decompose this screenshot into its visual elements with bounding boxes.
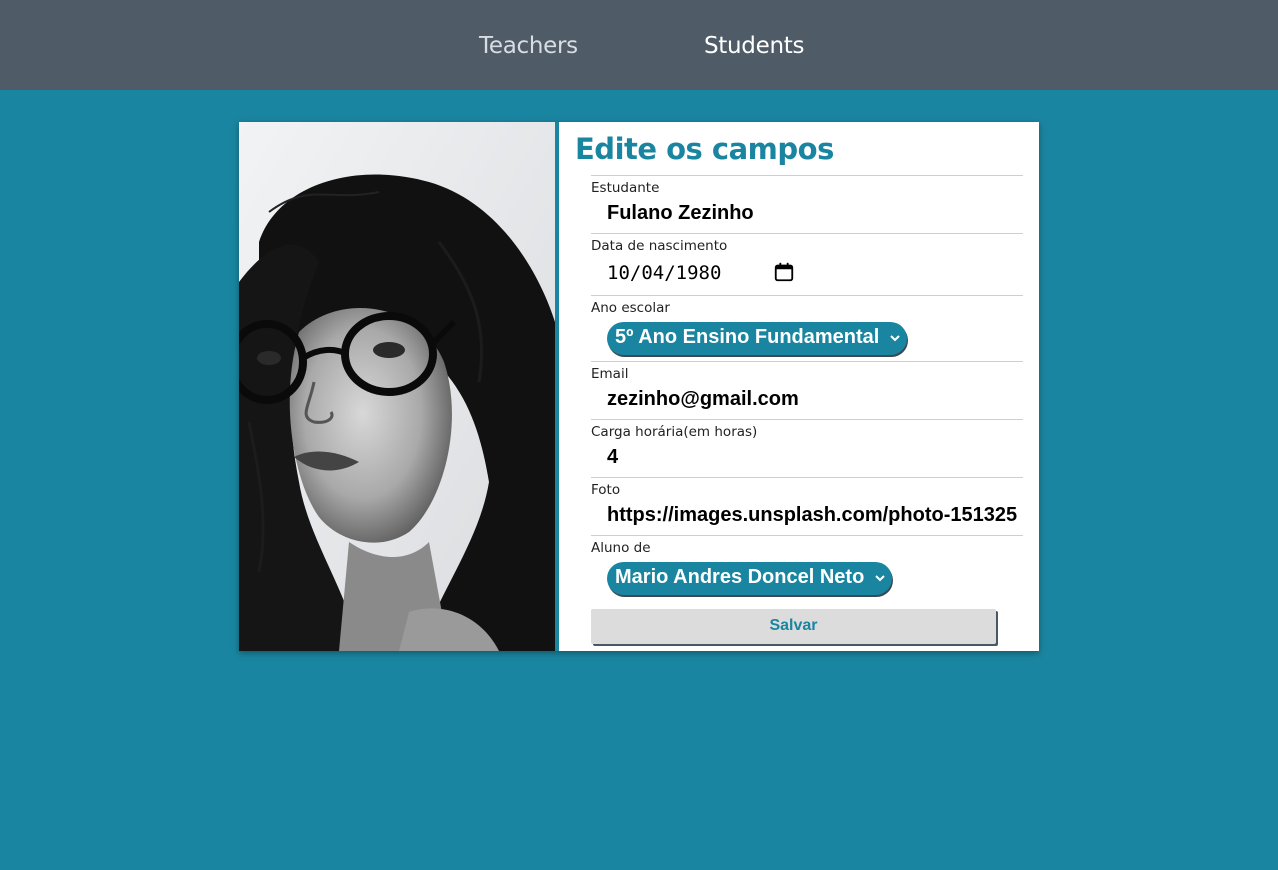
birth-date-label: Data de nascimento [591,238,728,254]
photo-url-input[interactable]: https://images.unsplash.com/photo-151325 [607,504,1021,527]
student-input[interactable]: Fulano Zezinho [607,202,1027,225]
teacher-value: Mario Andres Doncel Neto [615,566,865,588]
school-year-value: 5º Ano Ensino Fundamental [615,326,880,348]
field-birth-date: Data de nascimento 10/04/1980 [591,233,1023,295]
nav-link-teachers[interactable]: Teachers [479,33,578,59]
hours-input[interactable]: 4 [607,446,1027,469]
hours-label: Carga horária(em horas) [591,424,758,440]
chevron-down-icon [875,575,886,582]
edit-form: Edite os campos Estudante Fulano Zezinho… [559,122,1039,651]
field-school-year: Ano escolar 5º Ano Ensino Fundamental [591,295,1023,361]
teacher-select[interactable]: Mario Andres Doncel Neto [607,562,893,595]
save-button[interactable]: Salvar [591,609,996,644]
calendar-icon[interactable] [773,261,795,283]
email-label: Email [591,366,629,382]
school-year-label: Ano escolar [591,300,670,316]
nav-link-students[interactable]: Students [704,33,804,59]
field-hours: Carga horária(em horas) 4 [591,419,1023,477]
edit-student-card: Edite os campos Estudante Fulano Zezinho… [239,122,1039,651]
field-teacher: Aluno de Mario Andres Doncel Neto [591,535,1023,601]
top-navigation: Teachers Students [0,0,1278,90]
email-input[interactable]: zezinho@gmail.com [607,388,1027,411]
school-year-select[interactable]: 5º Ano Ensino Fundamental [607,322,908,355]
student-label: Estudante [591,180,660,196]
form-title: Edite os campos [575,132,834,166]
photo-label: Foto [591,482,621,498]
field-email: Email zezinho@gmail.com [591,361,1023,419]
birth-date-input[interactable]: 10/04/1980 [607,262,721,284]
chevron-down-icon [890,335,901,342]
field-student: Estudante Fulano Zezinho [591,175,1023,233]
field-photo: Foto https://images.unsplash.com/photo-1… [591,477,1023,535]
student-photo [239,122,555,651]
teacher-label: Aluno de [591,540,651,556]
